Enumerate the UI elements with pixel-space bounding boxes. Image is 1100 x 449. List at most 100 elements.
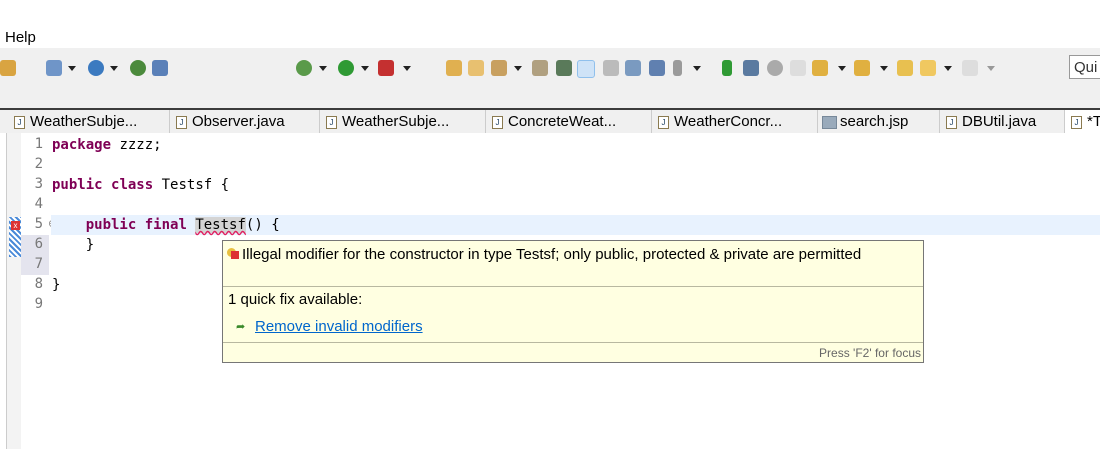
line-number: 7 (34, 256, 43, 272)
last-edit-icon[interactable] (897, 60, 913, 76)
tab-label: WeatherSubje... (30, 113, 138, 130)
mark-occurrences-toggle[interactable] (577, 60, 595, 78)
keyword: package (52, 137, 112, 153)
code-line-5: public final Testsf() { (52, 215, 280, 235)
code-line-3: public class Testsf { (52, 175, 229, 195)
tab-dbutil[interactable]: J DBUtil.java (940, 110, 1065, 133)
java-file-icon: J (1071, 116, 1082, 129)
new-server-icon[interactable] (88, 60, 104, 76)
tab-label: Observer.java (192, 113, 285, 130)
code-line-8: } (52, 277, 61, 293)
tab-label: WeatherConcr... (674, 113, 783, 130)
line-number: 6 (34, 236, 43, 252)
java-file-icon: J (14, 116, 25, 129)
previous-annotation-icon[interactable] (854, 60, 870, 76)
open-type-icon[interactable] (446, 60, 462, 76)
dropdown-icon[interactable] (403, 66, 411, 71)
dropdown-icon[interactable] (110, 66, 118, 71)
line-number: 4 (34, 196, 43, 212)
dropdown-icon[interactable] (987, 66, 995, 71)
code-text: Testsf { (153, 177, 230, 193)
dropdown-icon[interactable] (838, 66, 846, 71)
java-file-icon: J (176, 116, 187, 129)
tab-weathersubject-2[interactable]: J WeatherSubje... (320, 110, 486, 133)
editor-tabs: J WeatherSubje... J Observer.java J Weather… (0, 108, 1100, 133)
debug-icon[interactable] (296, 60, 312, 76)
error-lightbulb-icon (227, 248, 239, 259)
line-number: 3 (34, 176, 43, 192)
search-icon[interactable] (491, 60, 507, 76)
hand-icon[interactable] (790, 60, 806, 76)
error-identifier: Testsf (195, 217, 246, 233)
dropdown-icon[interactable] (319, 66, 327, 71)
dropdown-icon[interactable] (68, 66, 76, 71)
code-line-6: } (52, 237, 95, 253)
run-server-icon[interactable] (152, 60, 168, 76)
keyword: class (111, 177, 154, 193)
tab-observer[interactable]: J Observer.java (170, 110, 320, 133)
globe-icon[interactable] (130, 60, 146, 76)
resume-icon[interactable] (722, 60, 732, 76)
menu-help[interactable]: Help (5, 29, 36, 46)
dropdown-icon[interactable] (514, 66, 522, 71)
focus-hint: Press 'F2' for focus (819, 346, 921, 360)
toolbar-icon[interactable] (0, 60, 16, 76)
java-file-icon: J (658, 116, 669, 129)
code-line-1: package zzzz; (52, 135, 162, 155)
error-quickfix-icon[interactable]: x (11, 221, 20, 230)
quick-fix-hover: Illegal modifier for the constructor in … (222, 240, 924, 363)
line-number: 5 (34, 216, 43, 232)
toolbar: Qui (0, 48, 1100, 108)
line-number: 2 (34, 156, 43, 172)
back-icon[interactable] (920, 60, 936, 76)
show-whitespace-icon[interactable] (625, 60, 641, 76)
menu-bar: Help (0, 0, 1100, 48)
annotation-icon[interactable] (673, 60, 682, 76)
task-icon[interactable] (556, 60, 572, 76)
skip-breakpoints-icon[interactable] (743, 60, 759, 76)
line-number: 9 (34, 296, 43, 312)
divider (223, 342, 923, 343)
tab-search-jsp[interactable]: search.jsp (818, 110, 940, 133)
tab-label: WeatherSubje... (342, 113, 450, 130)
keyword: public (85, 217, 137, 233)
java-file-icon: J (946, 116, 957, 129)
external-tools-icon[interactable] (378, 60, 394, 76)
quick-fix-count: 1 quick fix available: (228, 291, 363, 308)
forward-icon[interactable] (962, 60, 978, 76)
tab-label: ConcreteWeat... (508, 113, 617, 130)
line-number: 8 (34, 276, 43, 292)
dropdown-icon[interactable] (693, 66, 701, 71)
change-arrow-icon: ➦ (236, 321, 246, 333)
jsp-file-icon (822, 116, 837, 129)
tab-label: DBUtil.java (962, 113, 1037, 130)
remove-invalid-modifiers-link[interactable]: Remove invalid modifiers (255, 318, 423, 335)
annotation-ruler: x (7, 133, 21, 449)
pilcrow-icon[interactable] (649, 60, 665, 76)
java-file-icon: J (492, 116, 503, 129)
quick-access-input[interactable]: Qui (1069, 55, 1100, 79)
terminate-icon[interactable] (767, 60, 783, 76)
divider (223, 286, 923, 287)
line-numbers: 1 2 3 4 5 6 7 8 9 ⊖ (21, 133, 57, 449)
tab-testsf-active[interactable]: J *T (1065, 110, 1100, 133)
keyword: final (144, 217, 187, 233)
block-selection-icon[interactable] (603, 60, 619, 76)
new-project-icon[interactable] (46, 60, 62, 76)
run-icon[interactable] (338, 60, 354, 76)
tab-weathersubject-1[interactable]: J WeatherSubje... (8, 110, 170, 133)
tab-concreteweather[interactable]: J ConcreteWeat... (486, 110, 652, 133)
tab-label: search.jsp (840, 113, 909, 130)
java-file-icon: J (326, 116, 337, 129)
tab-weatherconcrete[interactable]: J WeatherConcr... (652, 110, 818, 133)
code-text: () { (245, 217, 280, 233)
dropdown-icon[interactable] (361, 66, 369, 71)
tab-label: *T (1087, 113, 1100, 130)
open-perspective-icon[interactable] (532, 60, 548, 76)
code-text: zzzz; (111, 137, 162, 153)
line-number: 1 (34, 136, 43, 152)
dropdown-icon[interactable] (880, 66, 888, 71)
open-resource-icon[interactable] (468, 60, 484, 76)
dropdown-icon[interactable] (944, 66, 952, 71)
next-annotation-icon[interactable] (812, 60, 828, 76)
